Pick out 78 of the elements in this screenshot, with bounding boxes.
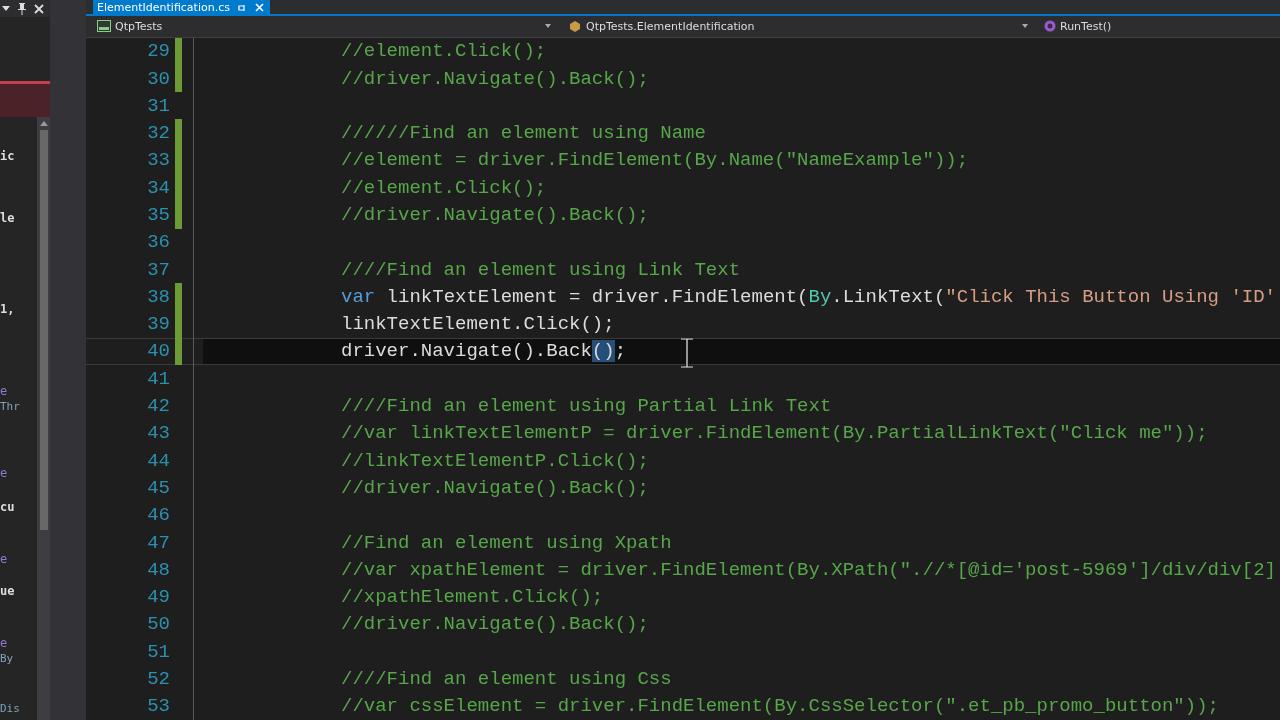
code-comment: ////Find an element using Css	[341, 668, 672, 691]
line-number: 41	[146, 367, 170, 390]
panel-text: Thr	[0, 400, 20, 414]
pin-icon[interactable]	[18, 2, 26, 15]
close-icon[interactable]	[34, 3, 44, 14]
panel-text: e	[0, 636, 8, 650]
line-number: 35	[146, 204, 170, 226]
class-icon	[569, 20, 582, 33]
brace-highlight: ()	[591, 340, 615, 363]
code-comment: //linkTextElementP.Click();	[341, 449, 649, 472]
panel-text: e	[0, 552, 8, 566]
code-comment: //var linkTextElementP = driver.FindElement(By.PartialLinkText("Click me"));	[341, 422, 1208, 445]
line-number: 47	[146, 531, 170, 554]
panel-text: Dis	[0, 702, 20, 716]
code-comment: //driver.Navigate().Back();	[341, 613, 649, 636]
code-comment: //driver.Navigate().Back();	[341, 476, 649, 499]
line-number: 30	[146, 67, 170, 90]
line-number: 48	[146, 558, 170, 581]
panel-text: By	[0, 652, 14, 666]
line-number: 32	[146, 122, 170, 145]
line-number: 46	[146, 504, 170, 527]
code-comment: //driver.Navigate().Back();	[341, 204, 649, 226]
code-text: driver.Navigate().Back	[341, 340, 592, 363]
caret-icon[interactable]	[1022, 24, 1028, 29]
panel-text: e	[0, 384, 8, 398]
panel-text: le	[0, 211, 15, 225]
code-text: linkTextElement = driver.FindElement(	[385, 285, 809, 308]
line-number: 40	[146, 340, 170, 363]
code-comment: ////Find an element using Link Text	[341, 258, 741, 281]
code-comment: //element.Click();	[341, 176, 547, 199]
error-highlight	[0, 81, 50, 117]
code-comment: //element = driver.FindElement(By.Name("NameExample"));	[341, 149, 969, 172]
caret-icon[interactable]	[545, 24, 551, 29]
line-number: 49	[146, 586, 170, 609]
line-number: 44	[146, 449, 170, 472]
project-dropdown[interactable]: QtpTests	[86, 16, 557, 37]
scroll-up-icon[interactable]	[39, 121, 48, 126]
line-number: 33	[146, 149, 170, 172]
code-comment: //////Find an element using Name	[341, 122, 706, 145]
code-comment: //var xpathElement = driver.FindElement(By.XPath(".//*[@id='post-5969']/div/div[2]	[341, 558, 1276, 581]
method-icon	[1044, 20, 1056, 33]
code-keyword: var	[341, 285, 376, 308]
line-number: 29	[146, 40, 170, 63]
code-text: linkTextElement.Click();	[341, 313, 615, 336]
panel-text: ic	[0, 149, 15, 163]
line-number: 45	[146, 476, 170, 499]
project-icon	[97, 20, 111, 33]
code-comment: //var cssElement = driver.FindElement(By.CssSelector(".et_pb_promo_button"));	[341, 695, 1219, 718]
code-comment: ////Find an element using Partial Link Text	[341, 395, 832, 418]
text-cursor-icon	[679, 337, 695, 368]
code-comment: //driver.Navigate().Back();	[341, 67, 649, 90]
line-number: 31	[146, 94, 170, 117]
line-number: 39	[146, 313, 170, 336]
panel-text: cu	[0, 500, 15, 514]
line-number: 52	[146, 668, 170, 691]
line-number: 38	[146, 285, 170, 308]
code-string: "Click This Button Using 'ID'	[945, 285, 1276, 308]
code-text: ;	[614, 340, 627, 363]
class-dropdown[interactable]: QtpTests.ElementIdentification	[557, 16, 1034, 37]
line-number: 50	[146, 613, 170, 636]
scrollbar[interactable]	[37, 117, 50, 720]
line-number: 53	[146, 695, 170, 718]
code-comment: //Find an element using Xpath	[341, 531, 672, 554]
line-number: 51	[146, 640, 170, 663]
line-number: 37	[146, 258, 170, 281]
code-comment: //element.Click();	[341, 40, 547, 63]
line-number: 43	[146, 422, 170, 445]
line-number: 34	[146, 176, 170, 199]
line-number: 36	[146, 231, 170, 254]
panel-text: ue	[0, 584, 15, 598]
code-comment: //xpathElement.Click();	[341, 586, 604, 609]
code-type: By	[808, 285, 832, 308]
panel-text: 1,	[0, 302, 15, 316]
member-dropdown[interactable]: RunTest()	[1034, 16, 1112, 37]
dropdown-icon[interactable]	[2, 6, 10, 11]
line-number: 42	[146, 395, 170, 418]
panel-text: e	[0, 466, 8, 480]
code-text: .LinkText(	[831, 285, 946, 308]
